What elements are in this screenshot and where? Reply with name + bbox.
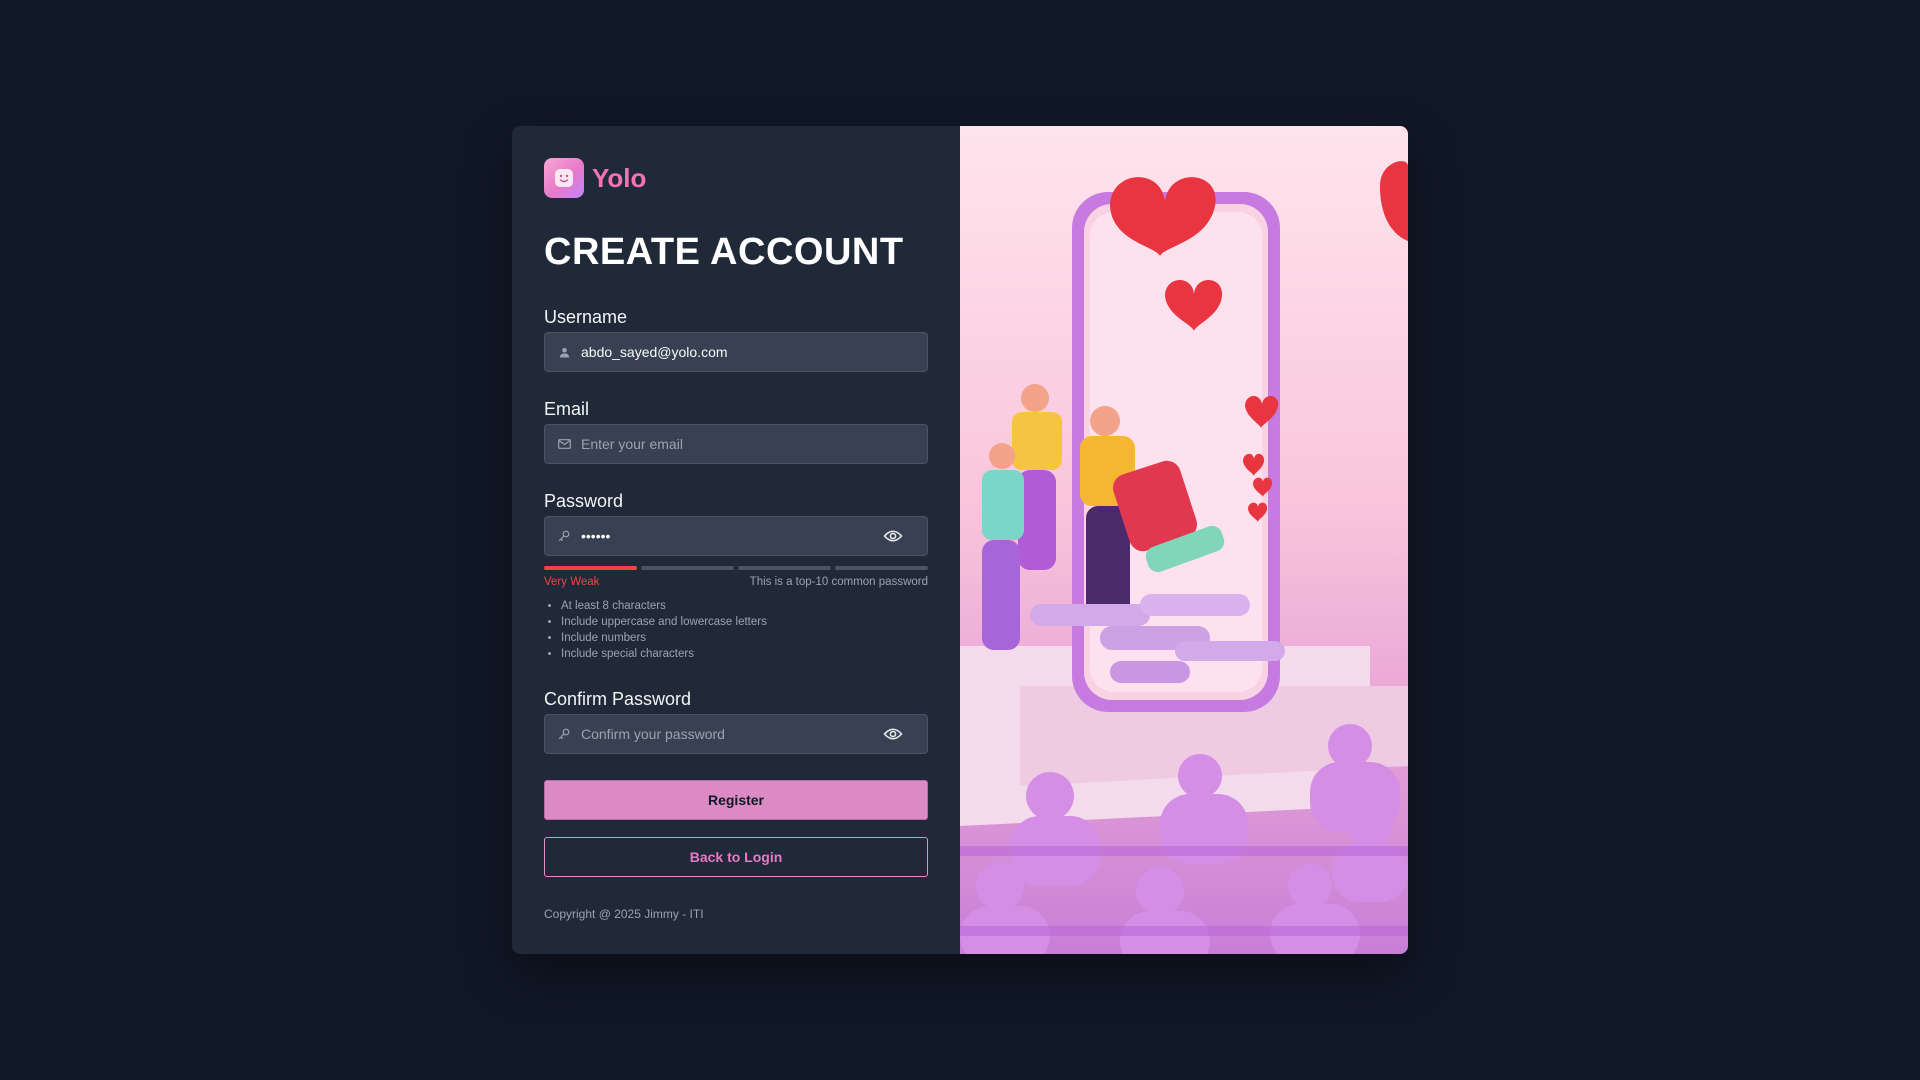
requirement-item: Include special characters — [561, 646, 928, 662]
key-icon — [557, 727, 571, 741]
password-label: Password — [544, 491, 624, 511]
page-title: CREATE ACCOUNT — [544, 231, 904, 273]
password-strength-meter — [544, 566, 928, 570]
email-label: Email — [544, 399, 590, 419]
password-input[interactable] — [581, 528, 915, 544]
register-form-panel: Yolo CREATE ACCOUNT Username Email Passw — [512, 126, 960, 954]
password-field: Password Very Weak This is a top-10 comm… — [544, 490, 928, 662]
password-strength-label: Very Weak — [544, 576, 600, 588]
brand: Yolo — [544, 158, 928, 198]
confirm-password-input[interactable] — [581, 726, 915, 742]
email-input[interactable] — [581, 436, 915, 452]
username-label: Username — [544, 307, 628, 327]
smiley-logo-icon — [544, 158, 584, 198]
email-input-wrapper[interactable] — [544, 424, 928, 464]
strength-segment — [738, 566, 831, 570]
brand-name: Yolo — [592, 162, 647, 193]
eye-icon[interactable] — [883, 727, 903, 741]
strength-segment — [835, 566, 928, 570]
password-strength-note: This is a top-10 common password — [749, 576, 928, 588]
password-strength-row: Very Weak This is a top-10 common passwo… — [544, 576, 928, 588]
requirement-item: Include uppercase and lowercase letters — [561, 614, 928, 630]
confirm-password-label: Confirm Password — [544, 689, 692, 709]
password-input-wrapper[interactable] — [544, 516, 928, 556]
social-media-illustration — [960, 126, 1408, 954]
copyright: Copyright @ 2025 Jimmy - ITI — [544, 907, 704, 921]
back-to-login-button[interactable]: Back to Login — [544, 837, 928, 877]
requirement-item: Include numbers — [561, 630, 928, 646]
confirm-password-field: Confirm Password — [544, 688, 928, 754]
key-icon — [557, 529, 571, 543]
email-field: Email — [544, 398, 928, 464]
user-icon — [557, 345, 571, 359]
requirement-item: At least 8 characters — [561, 598, 928, 614]
strength-segment — [544, 566, 637, 570]
confirm-password-input-wrapper[interactable] — [544, 714, 928, 754]
register-card: Yolo CREATE ACCOUNT Username Email Passw — [512, 126, 1408, 954]
password-requirements: At least 8 characters Include uppercase … — [544, 598, 928, 662]
register-button[interactable]: Register — [544, 780, 928, 820]
strength-segment — [641, 566, 734, 570]
eye-icon[interactable] — [883, 529, 903, 543]
username-field: Username — [544, 306, 928, 372]
mail-icon — [557, 437, 571, 451]
username-input[interactable] — [581, 344, 915, 360]
username-input-wrapper[interactable] — [544, 332, 928, 372]
